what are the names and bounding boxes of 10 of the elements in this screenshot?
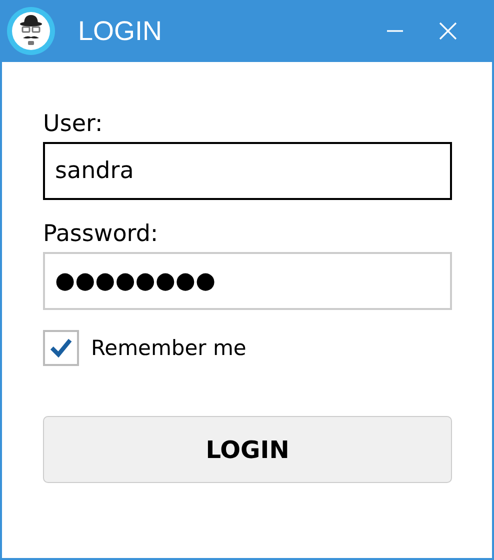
input-field[interactable]: sandra <box>43 142 452 200</box>
spy-avatar-icon <box>6 6 56 56</box>
window-title: LOGIN <box>78 16 162 46</box>
close-icon[interactable] <box>438 21 458 41</box>
login-button[interactable]: LOGIN <box>43 416 452 483</box>
checkbox[interactable] <box>43 330 79 366</box>
field-label: User: <box>43 110 104 139</box>
input-field[interactable]: ●●●●●●●● <box>43 252 452 310</box>
field-label: Password: <box>43 220 160 249</box>
checkbox-label: Remember me <box>91 336 246 360</box>
